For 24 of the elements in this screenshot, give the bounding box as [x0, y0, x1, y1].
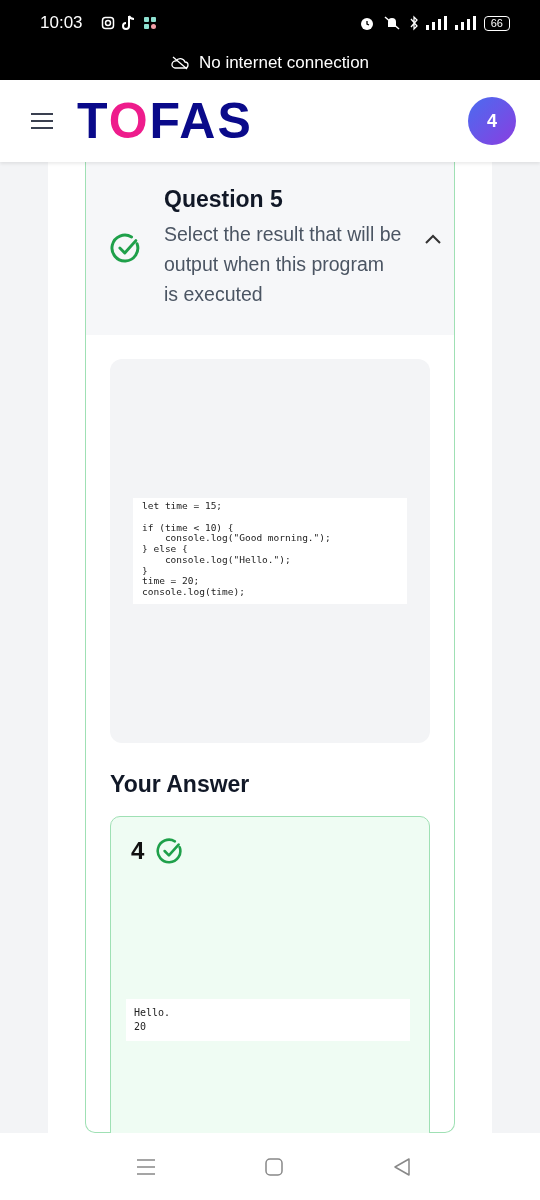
- code-block: let time = 15; if (time < 10) { console.log("Good morning."); } else { console.log("Hello."); } time = 20; console.log(time);: [133, 498, 407, 604]
- home-icon[interactable]: [264, 1156, 284, 1177]
- cloud-off-icon: [170, 56, 189, 70]
- question-text: Select the result that will be output when this program is executed: [164, 222, 402, 307]
- answer-number: 4: [131, 837, 145, 865]
- clock-time: 10:03: [40, 13, 83, 33]
- recent-apps-icon[interactable]: [136, 1157, 156, 1176]
- back-icon[interactable]: [392, 1156, 412, 1177]
- chevron-up-icon[interactable]: [424, 232, 442, 245]
- menu-icon[interactable]: [31, 112, 53, 130]
- music-note-icon: [121, 15, 136, 31]
- battery-level: 66: [483, 15, 510, 31]
- signal-icon: [454, 16, 477, 30]
- camera-icon: [100, 16, 115, 30]
- output-block: Hello. 20: [126, 999, 410, 1041]
- connection-notice: No internet connection: [198, 53, 370, 73]
- logo: TOFAS: [77, 96, 253, 146]
- alarm-icon: [358, 15, 375, 31]
- apps-icon: [142, 16, 157, 30]
- signal-icon: [425, 16, 448, 30]
- avatar-badge[interactable]: 4: [468, 97, 516, 145]
- question-title: Question 5: [164, 186, 284, 213]
- answer-heading: Your Answer: [110, 771, 251, 798]
- bluetooth-icon: [408, 15, 419, 31]
